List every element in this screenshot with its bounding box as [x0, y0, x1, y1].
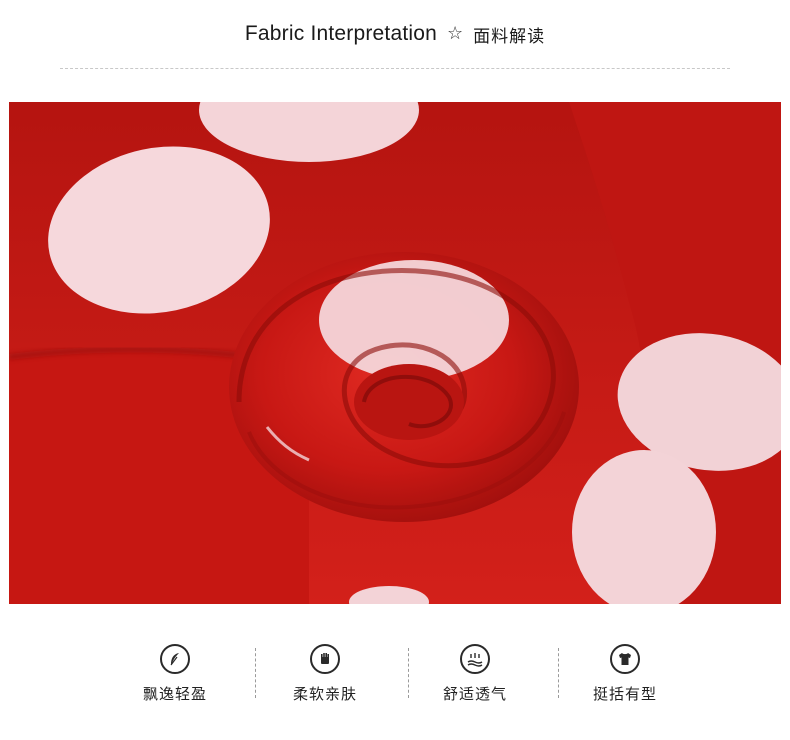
title-english: Fabric Interpretation	[244, 22, 437, 45]
fabric-photo	[9, 102, 781, 604]
feature-divider	[408, 648, 409, 698]
header-divider	[60, 68, 730, 69]
feature-item-structured: 挺括有型	[555, 635, 695, 715]
feature-item-soft: 柔软亲肤	[255, 635, 395, 715]
breathable-icon	[460, 644, 490, 674]
feature-item-breathable: 舒适透气	[405, 635, 545, 715]
feature-divider	[255, 648, 256, 698]
feature-label: 柔软亲肤	[292, 685, 357, 703]
feature-item-light: 飘逸轻盈	[105, 635, 245, 715]
feather-icon	[160, 644, 190, 674]
tshirt-icon	[610, 644, 640, 674]
fabric-illustration	[9, 102, 781, 604]
feature-label: 舒适透气	[442, 685, 507, 703]
feature-label: 飘逸轻盈	[142, 685, 207, 703]
feature-divider	[558, 648, 559, 698]
feature-label: 挺括有型	[592, 685, 657, 703]
feature-list: 飘逸轻盈 柔软亲肤 舒适透气 挺括有型	[105, 635, 695, 715]
section-header: Fabric Interpretation ☆ 面料解读	[0, 14, 790, 54]
glove-icon	[310, 644, 340, 674]
star-icon: ☆	[446, 23, 464, 44]
title-chinese: 面料解读	[473, 26, 546, 47]
